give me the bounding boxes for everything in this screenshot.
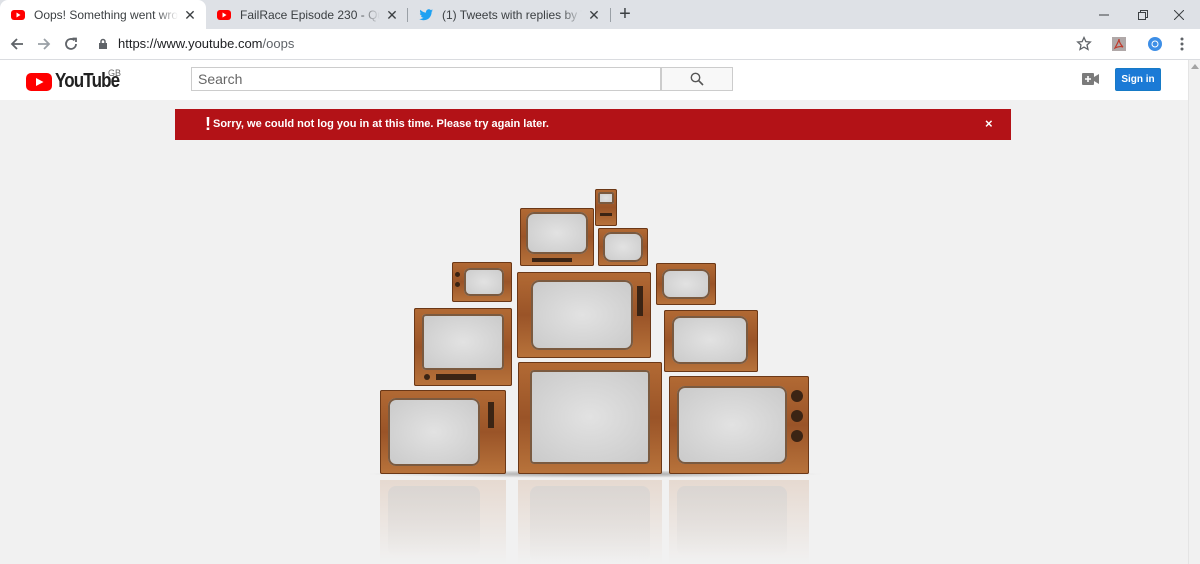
tv-middle-center <box>517 272 651 358</box>
tv-bottom-center <box>518 362 662 474</box>
scrollbar[interactable] <box>1188 60 1200 564</box>
reload-icon <box>65 37 77 50</box>
tab-youtube-oops[interactable]: Oops! Something went wrong. - YouTube ✕ <box>0 0 206 29</box>
alert-close-button[interactable]: × <box>985 116 993 131</box>
tab-title: Oops! Something went wrong. - YouTube <box>34 7 178 22</box>
tv-tiny-top <box>595 189 617 226</box>
tv-middle-right <box>664 310 758 372</box>
youtube-icon <box>11 9 25 20</box>
tab-separator <box>610 8 611 22</box>
close-icon[interactable]: ✕ <box>384 7 400 23</box>
browser-toolbar: https://www.youtube.com/oops <box>0 29 1200 60</box>
search-icon <box>690 72 704 86</box>
star-icon[interactable] <box>1076 36 1092 52</box>
tv-upper-right <box>656 263 716 305</box>
forward-button[interactable] <box>33 33 55 55</box>
error-alert: ! Sorry, we could not log you in at this… <box>175 109 1011 140</box>
region-code: GB <box>108 68 122 78</box>
twitter-icon <box>419 8 433 20</box>
arrow-right-icon <box>38 38 51 50</box>
tv-bottom-right <box>669 376 809 474</box>
minimize-icon <box>1099 14 1109 15</box>
arrow-left-icon <box>10 38 23 50</box>
upload-video-icon[interactable] <box>1082 73 1100 85</box>
url-scheme: https://www.youtube.com <box>118 36 263 51</box>
globe-extension-icon[interactable] <box>1147 36 1163 52</box>
close-icon <box>1174 9 1184 20</box>
tv-reflection <box>669 480 809 564</box>
tv-reflection <box>518 480 662 564</box>
url-path: /oops <box>262 36 295 51</box>
alert-message: Sorry, we could not log you in at this t… <box>213 118 549 130</box>
alert-exclamation-icon: ! <box>205 114 211 134</box>
tv-reflection <box>380 480 506 564</box>
new-tab-button[interactable]: + <box>614 3 636 25</box>
address-bar[interactable]: https://www.youtube.com/oops <box>90 31 1100 57</box>
tv-bottom-left <box>380 390 506 474</box>
tab-twitter[interactable]: (1) Tweets with replies by TeamYouTube ✕ <box>408 0 610 29</box>
close-window-button[interactable] <box>1156 0 1200 29</box>
close-icon[interactable]: ✕ <box>586 7 602 23</box>
youtube-masthead: YouTube GB Sign in <box>0 60 1188 100</box>
search-button[interactable] <box>661 67 733 91</box>
back-button[interactable] <box>6 33 28 55</box>
reload-button[interactable] <box>60 33 82 55</box>
scroll-up-arrow[interactable] <box>1191 64 1199 69</box>
tv-middle-left <box>414 308 512 386</box>
lock-icon <box>99 38 107 49</box>
menu-dots-icon[interactable] <box>1174 36 1190 52</box>
tv-upper-left <box>452 262 512 302</box>
search-input[interactable] <box>191 67 661 91</box>
tv-stack-illustration <box>210 160 990 564</box>
tv-top-left <box>520 208 594 266</box>
tab-title: FailRace Episode 230 - Questionable <box>240 7 380 22</box>
tab-title: (1) Tweets with replies by TeamYouTube <box>442 7 582 22</box>
sign-in-button[interactable]: Sign in <box>1115 68 1161 91</box>
youtube-play-icon <box>26 72 52 91</box>
close-icon[interactable]: ✕ <box>182 7 198 23</box>
browser-tab-strip: Oops! Something went wrong. - YouTube ✕ … <box>0 0 1200 29</box>
youtube-icon <box>217 9 231 20</box>
pdf-extension-icon[interactable] <box>1111 36 1127 52</box>
url-text: https://www.youtube.com/oops <box>118 36 294 51</box>
tv-top-right <box>598 228 648 266</box>
restore-icon <box>1138 9 1148 20</box>
tab-failrace[interactable]: FailRace Episode 230 - Questionable ✕ <box>206 0 408 29</box>
